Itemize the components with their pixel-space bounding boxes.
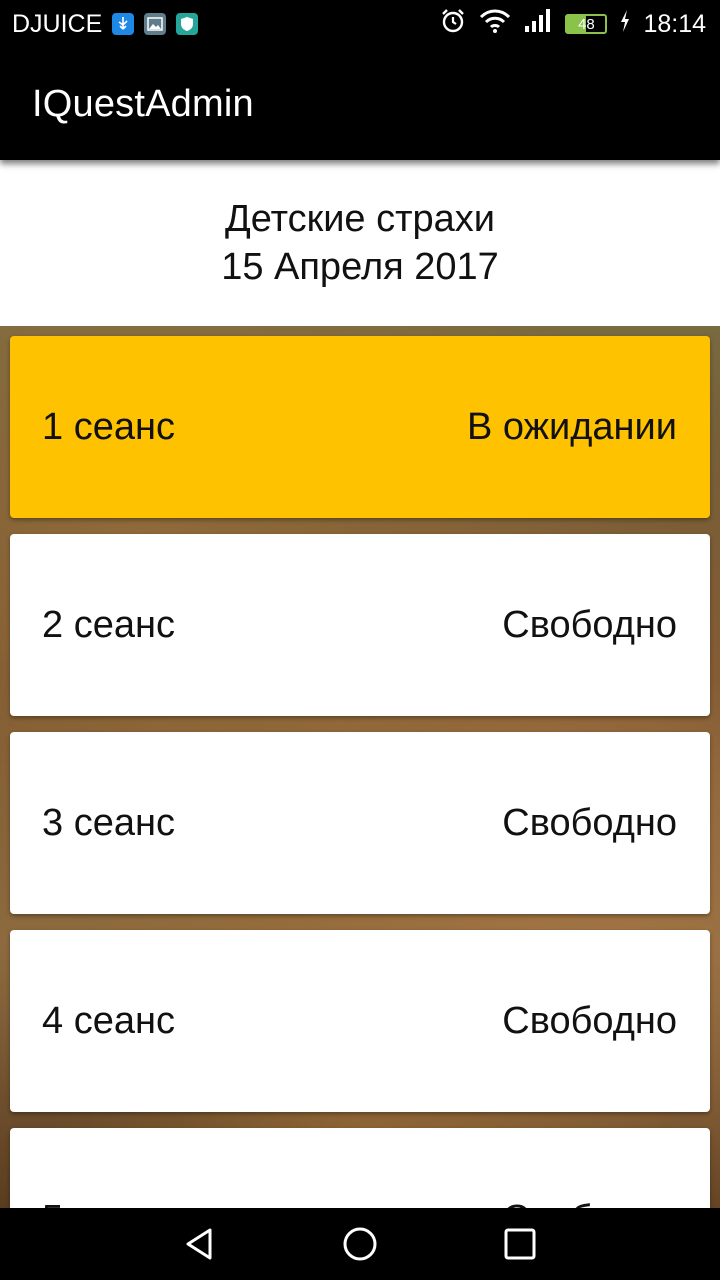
session-status: Свободно xyxy=(502,999,677,1042)
shield-icon xyxy=(176,13,199,35)
usb-icon xyxy=(112,13,135,35)
status-right: 48 18:14 xyxy=(439,7,720,42)
session-label: 1 сеанс xyxy=(42,405,175,448)
session-label: 4 сеанс xyxy=(42,999,175,1042)
session-list[interactable]: 1 сеанс В ожидании 2 сеанс Свободно 3 се… xyxy=(0,326,720,1208)
signal-icon xyxy=(523,8,553,41)
status-bar: DJUICE 48 18:14 xyxy=(0,0,720,48)
session-card-5[interactable]: 5 сеанс Свободно xyxy=(10,1128,710,1208)
session-label: 2 сеанс xyxy=(42,603,175,646)
quest-date: 15 Апреля 2017 xyxy=(221,246,499,288)
charging-icon xyxy=(619,9,631,40)
session-label: 3 сеанс xyxy=(42,801,175,844)
session-status: Свободно xyxy=(502,603,677,646)
session-card-1[interactable]: 1 сеанс В ожидании xyxy=(10,336,710,518)
session-card-2[interactable]: 2 сеанс Свободно xyxy=(10,534,710,716)
recents-icon[interactable] xyxy=(496,1220,544,1268)
session-card-4[interactable]: 4 сеанс Свободно xyxy=(10,930,710,1112)
session-status: В ожидании xyxy=(466,405,677,448)
session-card-3[interactable]: 3 сеанс Свободно xyxy=(10,732,710,914)
system-nav-bar xyxy=(0,1208,720,1280)
wifi-icon xyxy=(479,8,511,41)
session-status: Свободно xyxy=(502,1198,677,1209)
carrier-name: DJUICE xyxy=(12,9,103,38)
session-status: Свободно xyxy=(502,801,677,844)
gallery-icon xyxy=(144,13,167,35)
back-icon[interactable] xyxy=(176,1220,224,1268)
quest-name: Детские страхи xyxy=(224,198,496,240)
session-label: 5 сеанс xyxy=(42,1198,175,1209)
alarm-icon xyxy=(439,7,467,42)
battery-icon: 48 xyxy=(565,14,608,34)
app-bar: IQuestAdmin xyxy=(0,48,720,160)
status-left: DJUICE xyxy=(0,9,199,39)
quest-header: Детские страхи 15 Апреля 2017 xyxy=(0,160,720,326)
clock-time: 18:14 xyxy=(643,9,706,38)
app-title: IQuestAdmin xyxy=(32,82,254,125)
battery-level: 48 xyxy=(578,15,595,33)
home-icon[interactable] xyxy=(336,1220,384,1268)
